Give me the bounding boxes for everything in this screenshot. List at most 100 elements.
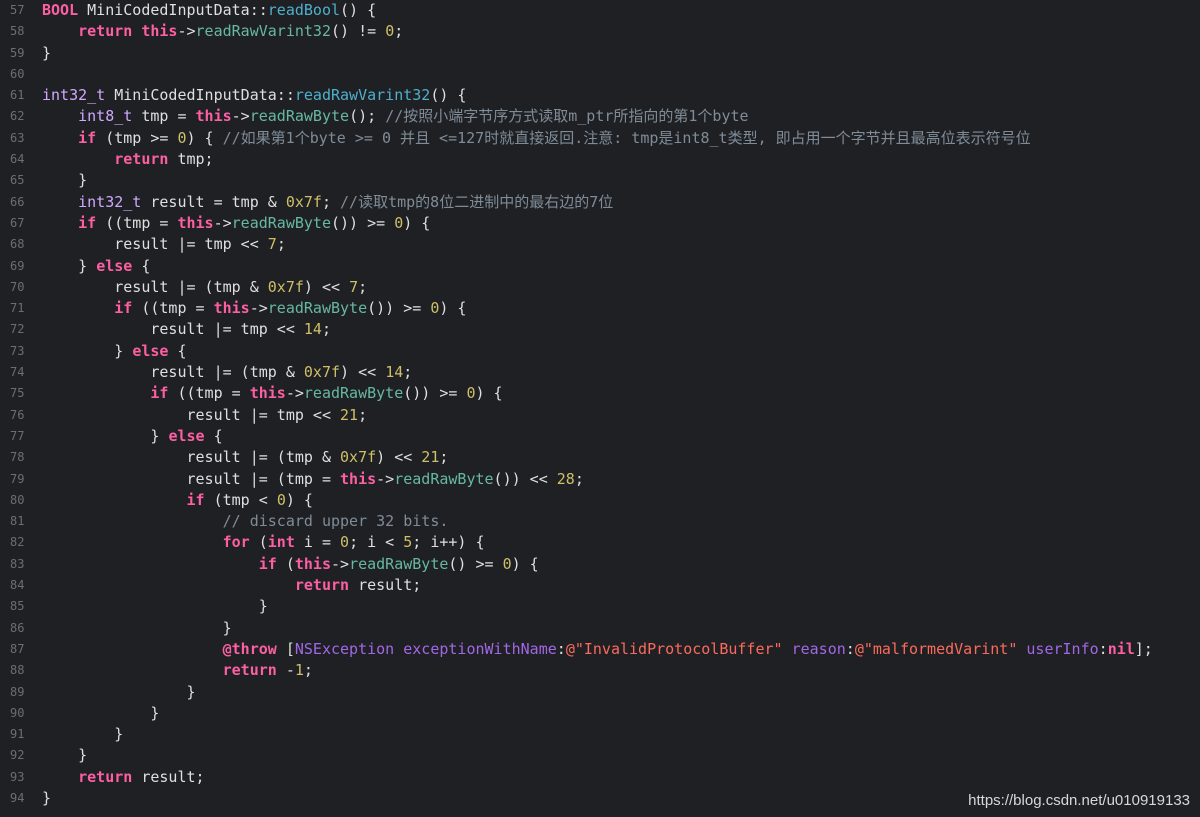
code-line[interactable]: 76 result |= tmp << 21; bbox=[0, 405, 1200, 426]
code-line[interactable]: 61 int32_t MiniCodedInputData::readRawVar… bbox=[0, 85, 1200, 106]
code-line[interactable]: 90 } bbox=[0, 703, 1200, 724]
code-text: } bbox=[34, 724, 1200, 745]
line-number: 65 bbox=[10, 173, 25, 188]
code-text: // discard upper 32 bits. bbox=[34, 511, 1200, 532]
code-text: result |= tmp << 7; bbox=[34, 234, 1200, 255]
code-line[interactable]: 87 @throw [NSException exceptionWithName… bbox=[0, 639, 1200, 660]
code-token: @throw bbox=[222, 639, 277, 658]
code-token: : bbox=[1098, 639, 1108, 658]
code-line[interactable]: 75 if ((tmp = this->readRawByte()) >= 0)… bbox=[0, 383, 1200, 404]
code-line[interactable]: 83 if (this->readRawByte() >= 0) { bbox=[0, 554, 1200, 575]
code-line[interactable]: 93 return result; bbox=[0, 767, 1200, 788]
code-token: nil bbox=[1107, 639, 1135, 658]
code-token: NSException bbox=[294, 639, 395, 658]
line-number: 85 bbox=[10, 599, 25, 614]
code-line[interactable]: 63 if (tmp >= 0) { //如果第1个byte >= 0 并且 <… bbox=[0, 128, 1200, 149]
code-text: if (this->readRawByte() >= 0) { bbox=[34, 554, 1200, 575]
code-token: return bbox=[222, 661, 277, 680]
code-token: ((tmp = bbox=[168, 384, 250, 403]
code-line[interactable]: 57 BOOL MiniCodedInputData::readBool() { bbox=[0, 0, 1200, 21]
code-token: result |= tmp << bbox=[42, 320, 304, 339]
code-line[interactable]: 81 // discard upper 32 bits. bbox=[0, 511, 1200, 532]
code-line[interactable]: 72 result |= tmp << 14; bbox=[0, 319, 1200, 340]
code-token: @"InvalidProtocolBuffer" bbox=[565, 639, 783, 658]
code-line[interactable]: 74 result |= (tmp & 0x7f) << 14; bbox=[0, 362, 1200, 383]
code-text: } bbox=[34, 682, 1200, 703]
code-token: ( bbox=[249, 533, 268, 552]
code-line[interactable]: 88 return -1; bbox=[0, 660, 1200, 681]
code-text: } bbox=[34, 596, 1200, 617]
code-token: ]; bbox=[1134, 639, 1153, 658]
code-line[interactable]: 58 return this->readRawVarint32() != 0; bbox=[0, 21, 1200, 42]
code-token: 0x7f bbox=[303, 363, 341, 382]
code-token: () >= bbox=[448, 554, 503, 573]
code-line[interactable]: 70 result |= (tmp & 0x7f) << 7; bbox=[0, 277, 1200, 298]
code-token: else bbox=[132, 341, 169, 360]
code-line[interactable]: 84 return result; bbox=[0, 575, 1200, 596]
code-token: } bbox=[42, 341, 133, 360]
code-line[interactable]: 67 if ((tmp = this->readRawByte()) >= 0)… bbox=[0, 213, 1200, 234]
code-token: result |= tmp << bbox=[42, 405, 341, 424]
code-token: this bbox=[195, 107, 232, 126]
line-number: 81 bbox=[10, 514, 25, 529]
code-token: @"malformedVarint" bbox=[854, 639, 1018, 658]
code-line[interactable]: 89 } bbox=[0, 682, 1200, 703]
code-line[interactable]: 73 } else { bbox=[0, 341, 1200, 362]
code-token: ) { bbox=[439, 299, 467, 318]
code-token: userInfo bbox=[1026, 639, 1099, 658]
code-line[interactable]: 62 int8_t tmp = this->readRawByte(); //按… bbox=[0, 106, 1200, 127]
code-line[interactable]: 92 } bbox=[0, 745, 1200, 766]
code-token: //读取tmp的8位二进制中的最右边的7位 bbox=[340, 192, 614, 211]
code-line[interactable]: 82 for (int i = 0; i < 5; i++) { bbox=[0, 532, 1200, 553]
code-token: ((tmp = bbox=[96, 213, 178, 232]
line-number: 74 bbox=[10, 365, 25, 380]
code-line[interactable]: 77 } else { bbox=[0, 426, 1200, 447]
code-token: () != bbox=[331, 22, 386, 41]
code-token: ((tmp = bbox=[132, 299, 214, 318]
code-token: for bbox=[222, 533, 250, 552]
code-line[interactable]: 66 int32_t result = tmp & 0x7f; //读取tmp的… bbox=[0, 192, 1200, 213]
code-line[interactable]: 69 } else { bbox=[0, 256, 1200, 277]
code-editor[interactable]: 57 BOOL MiniCodedInputData::readBool() {5… bbox=[0, 0, 1200, 817]
code-token: : bbox=[845, 639, 855, 658]
code-token: } bbox=[42, 597, 268, 616]
code-text: return this->readRawVarint32() != 0; bbox=[34, 21, 1200, 42]
code-token: this bbox=[213, 299, 250, 318]
code-token: // discard upper 32 bits. bbox=[222, 512, 449, 531]
line-number: 73 bbox=[10, 343, 25, 358]
code-line[interactable]: 64 return tmp; bbox=[0, 149, 1200, 170]
code-line[interactable]: 68 result |= tmp << 7; bbox=[0, 234, 1200, 255]
code-line[interactable]: 78 result |= (tmp & 0x7f) << 21; bbox=[0, 447, 1200, 468]
code-line[interactable]: 60 bbox=[0, 64, 1200, 85]
code-token: result |= (tmp & bbox=[42, 277, 268, 296]
code-token: (tmp >= bbox=[96, 128, 178, 147]
code-line[interactable]: 86 } bbox=[0, 618, 1200, 639]
line-number: 76 bbox=[10, 407, 25, 422]
code-token: ()) >= bbox=[331, 213, 395, 232]
line-number: 79 bbox=[10, 471, 25, 486]
code-token: result; bbox=[132, 767, 205, 786]
code-text: BOOL MiniCodedInputData::readBool() { bbox=[34, 0, 1200, 21]
code-token: return bbox=[114, 150, 169, 169]
code-line[interactable]: 85 } bbox=[0, 596, 1200, 617]
code-line[interactable]: 65 } bbox=[0, 170, 1200, 191]
code-line[interactable]: 71 if ((tmp = this->readRawByte()) >= 0)… bbox=[0, 298, 1200, 319]
code-line[interactable]: 79 result |= (tmp = this->readRawByte())… bbox=[0, 469, 1200, 490]
code-token: } bbox=[42, 788, 52, 807]
code-line[interactable]: 80 if (tmp < 0) { bbox=[0, 490, 1200, 511]
code-line[interactable]: 59} bbox=[0, 43, 1200, 64]
code-token: - bbox=[276, 661, 295, 680]
code-token: 0x7f bbox=[340, 448, 377, 467]
line-number: 60 bbox=[10, 66, 25, 81]
code-line[interactable]: 91 } bbox=[0, 724, 1200, 745]
code-token: else bbox=[168, 426, 205, 445]
code-text: } bbox=[34, 703, 1200, 724]
line-number: 68 bbox=[10, 237, 25, 252]
line-number: 77 bbox=[10, 428, 25, 443]
